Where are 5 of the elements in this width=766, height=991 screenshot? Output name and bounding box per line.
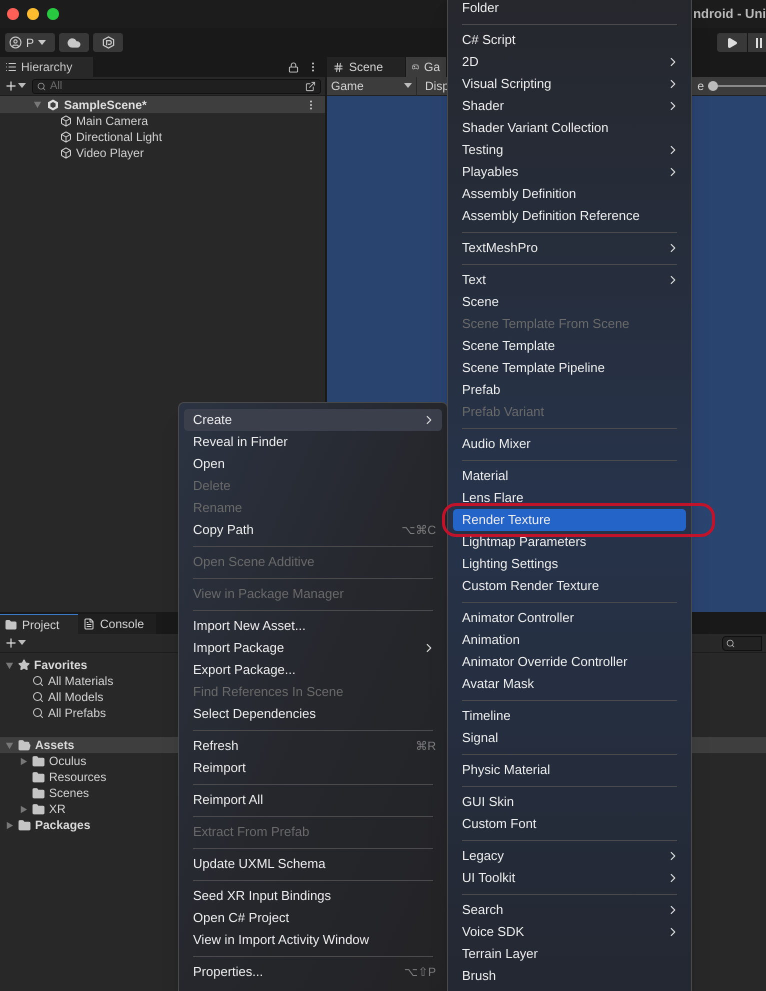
window-title: ndroid - Uni: [693, 5, 766, 24]
shortcut-label: ⌥⌘C: [401, 522, 436, 539]
scale-label: e: [697, 78, 704, 95]
shortcut-label: ⌘R: [415, 738, 436, 755]
shortcut-label: ⌥⇧P: [404, 964, 436, 981]
